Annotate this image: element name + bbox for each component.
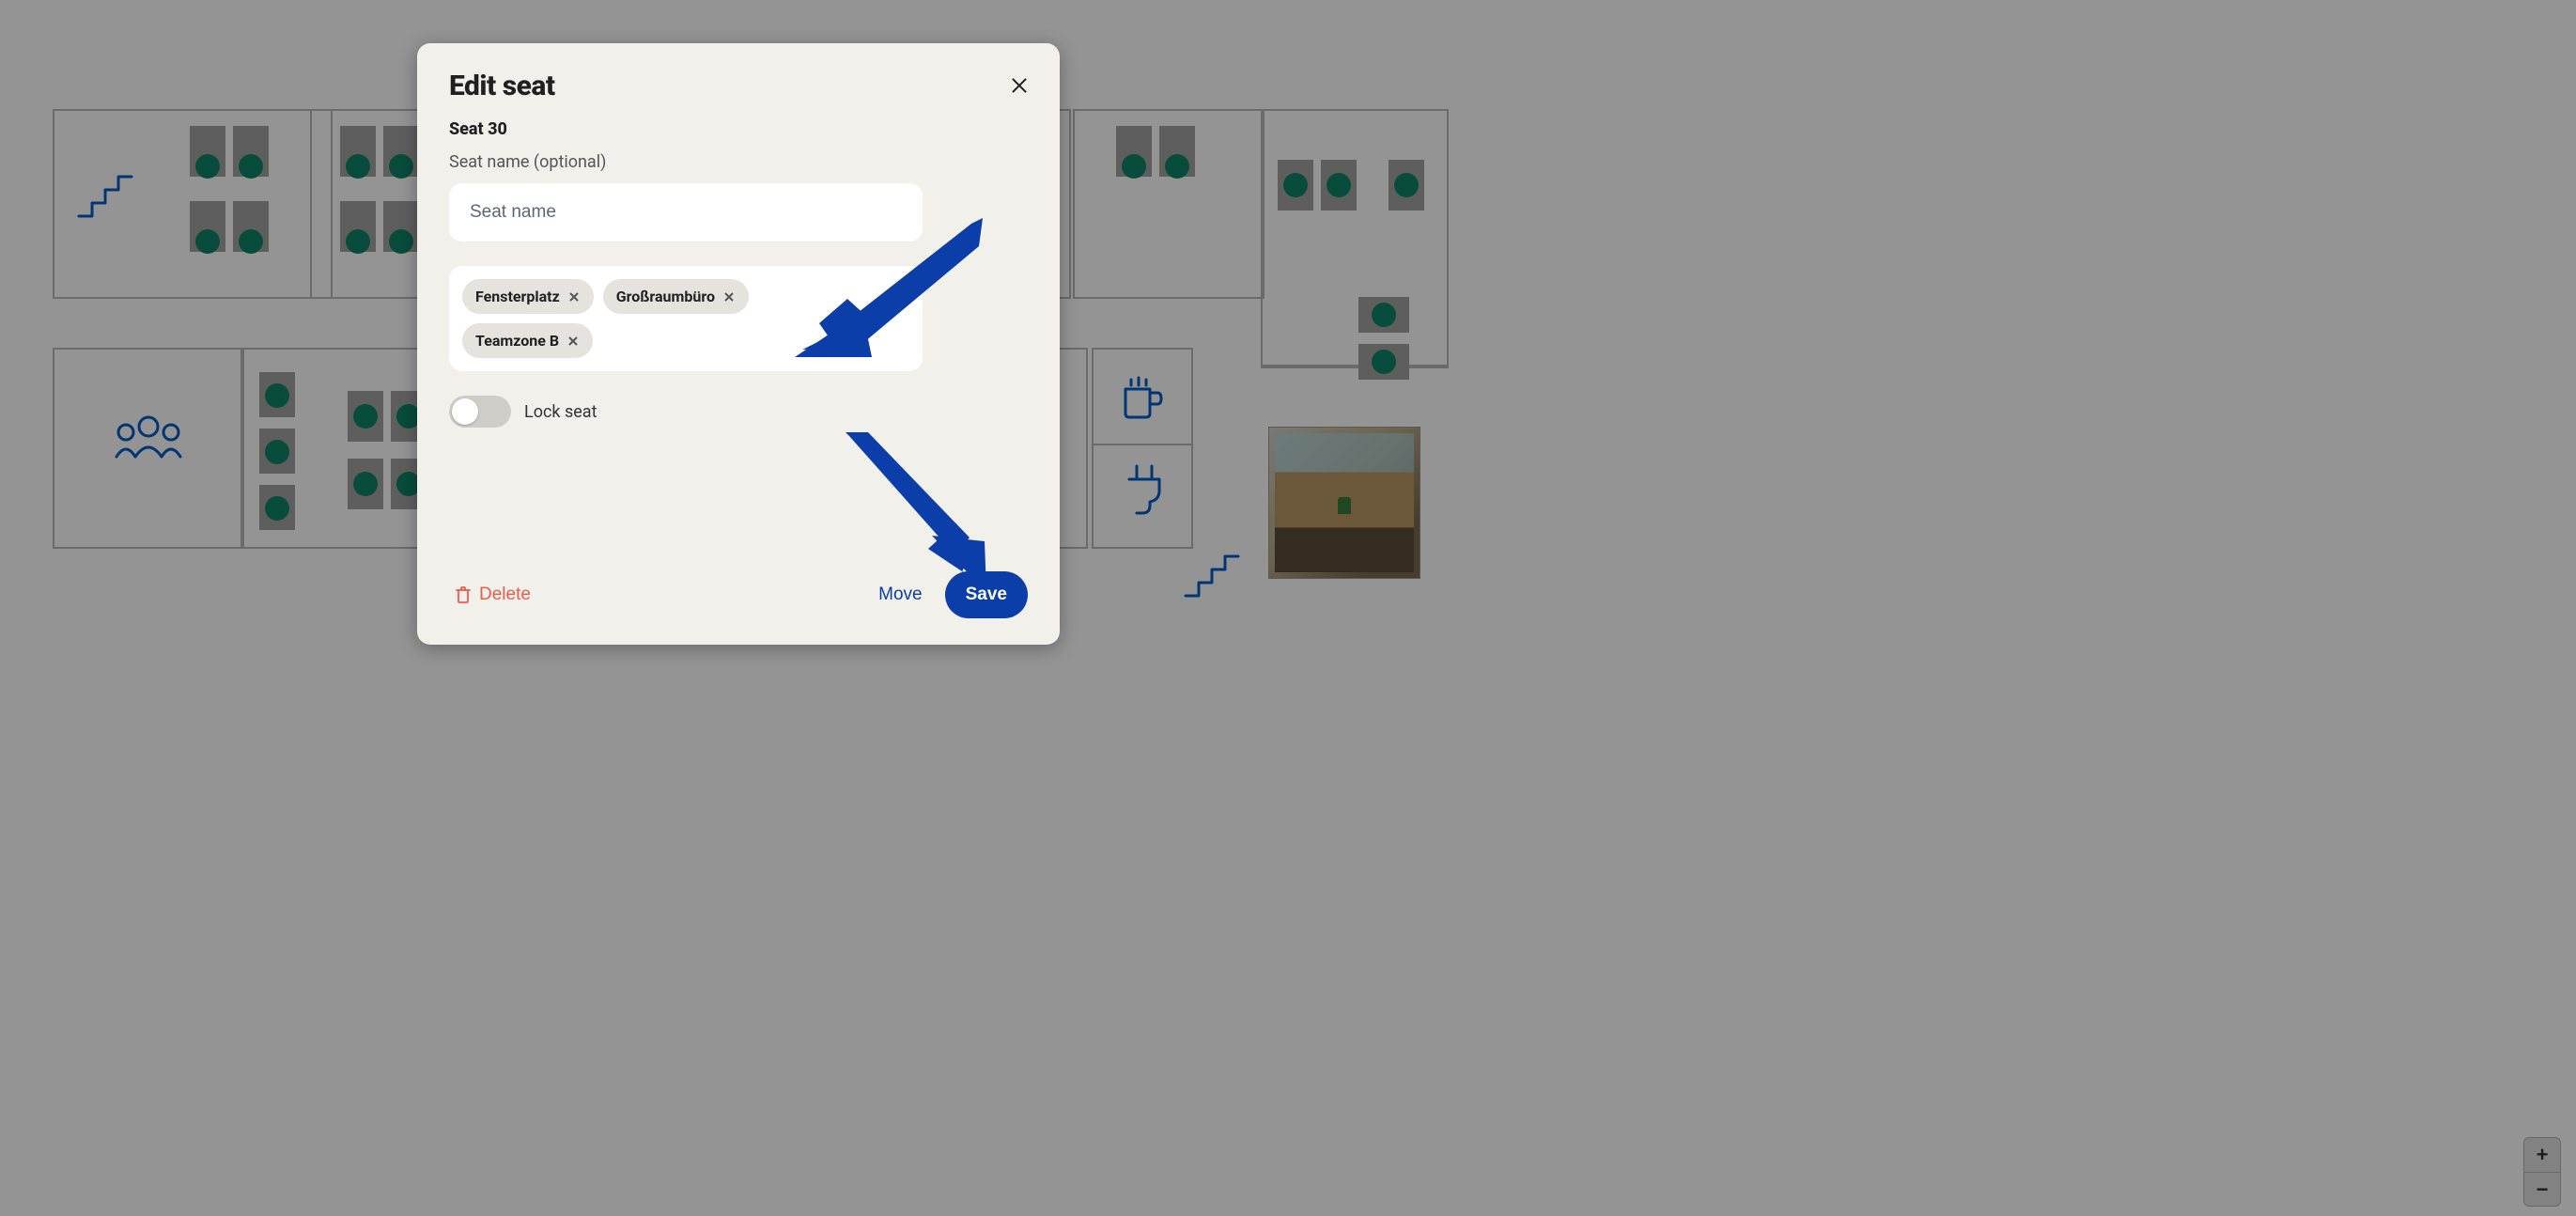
delete-label: Delete xyxy=(479,585,531,605)
close-icon xyxy=(1011,75,1028,96)
seat-name-input[interactable] xyxy=(449,183,923,242)
dialog-title: Edit seat xyxy=(449,70,1028,102)
tag-remove-button[interactable] xyxy=(722,290,736,304)
toggle-knob xyxy=(452,398,478,425)
seat-id-label: Seat 30 xyxy=(449,119,1028,139)
delete-button[interactable]: Delete xyxy=(449,584,536,606)
close-button[interactable] xyxy=(1005,71,1033,100)
tag-chip: Fensterplatz xyxy=(462,279,594,314)
tags-dropdown-button[interactable] xyxy=(879,285,904,309)
trash-icon xyxy=(455,585,472,604)
tag-remove-button[interactable] xyxy=(566,335,580,348)
tag-label: Fensterplatz xyxy=(475,288,560,305)
tag-chip: Teamzone B xyxy=(462,323,593,358)
seat-name-label: Seat name (optional) xyxy=(449,152,1028,172)
close-icon xyxy=(568,291,580,303)
lock-seat-label: Lock seat xyxy=(524,402,597,422)
tag-remove-button[interactable] xyxy=(567,290,581,304)
modal-overlay[interactable] xyxy=(0,0,2576,1216)
close-icon xyxy=(723,291,735,303)
move-button[interactable]: Move xyxy=(873,584,927,606)
save-button[interactable]: Save xyxy=(945,571,1028,618)
tag-chip: Großraumbüro xyxy=(603,279,749,314)
tag-label: Teamzone B xyxy=(475,332,559,350)
close-icon xyxy=(567,335,579,347)
lock-seat-toggle[interactable] xyxy=(449,396,511,428)
arrow-down-icon xyxy=(883,288,900,306)
edit-seat-dialog: Edit seat Seat 30 Seat name (optional) F… xyxy=(417,43,1060,645)
tag-label: Großraumbüro xyxy=(616,288,715,305)
tags-field[interactable]: Fensterplatz Großraumbüro Teamzone B xyxy=(449,266,923,371)
